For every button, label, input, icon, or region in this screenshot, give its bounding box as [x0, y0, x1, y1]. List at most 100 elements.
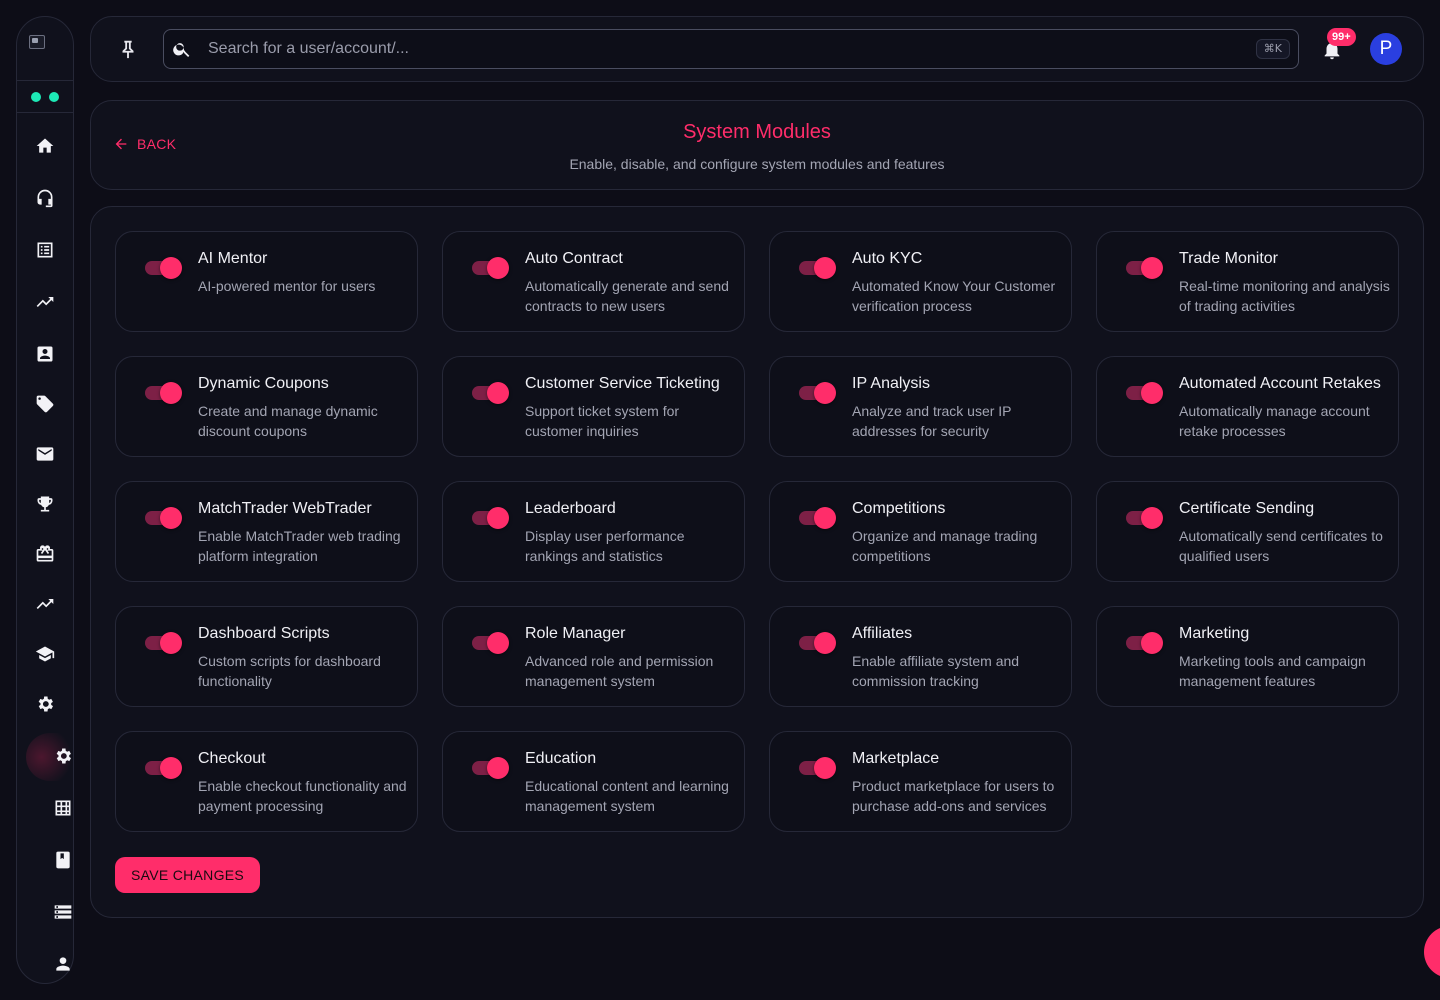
contact-card-icon[interactable]: [33, 342, 57, 366]
module-toggle[interactable]: [471, 631, 509, 654]
module-card: Leaderboard Display user performance rank…: [442, 481, 745, 582]
module-card: Marketing Marketing tools and campaign ma…: [1096, 606, 1399, 707]
sidebar-divider: [17, 80, 73, 81]
module-toggle[interactable]: [1125, 506, 1163, 529]
toggle-thumb: [1141, 257, 1163, 279]
pin-icon[interactable]: [117, 37, 139, 61]
search-input[interactable]: [208, 30, 1248, 68]
toggle-thumb: [160, 632, 182, 654]
module-title: Marketplace: [852, 750, 940, 767]
toggle-thumb: [487, 382, 509, 404]
trending-up-icon[interactable]: [33, 290, 57, 314]
module-card: MatchTrader WebTrader Enable MatchTrader …: [115, 481, 418, 582]
module-title: Auto KYC: [852, 250, 923, 267]
server-list-icon[interactable]: [51, 900, 75, 924]
module-title: Checkout: [198, 750, 266, 767]
sidebar-divider: [17, 112, 73, 113]
module-toggle[interactable]: [144, 631, 182, 654]
module-description: Enable affiliate system and commission t…: [852, 653, 1020, 689]
module-card: Dynamic Coupons Create and manage dynamic…: [115, 356, 418, 457]
trophy-icon[interactable]: [33, 492, 57, 516]
module-description: Automated Know Your Customer verificatio…: [852, 278, 1056, 314]
module-toggle[interactable]: [471, 506, 509, 529]
toggle-thumb: [487, 632, 509, 654]
module-toggle[interactable]: [798, 256, 836, 279]
module-description: Analyze and track user IP addresses for …: [852, 403, 1012, 439]
module-toggle[interactable]: [798, 506, 836, 529]
tag-icon[interactable]: [33, 392, 57, 416]
module-card: Role Manager Advanced role and permission…: [442, 606, 745, 707]
module-toggle[interactable]: [798, 756, 836, 779]
graduation-cap-icon[interactable]: [33, 642, 57, 666]
toggle-thumb: [160, 757, 182, 779]
module-title: Dashboard Scripts: [198, 625, 330, 642]
search-bar[interactable]: ⌘K: [163, 29, 1299, 69]
module-card: Automated Account Retakes Automatically m…: [1096, 356, 1399, 457]
gear-icon[interactable]: [51, 744, 75, 768]
module-title: Competitions: [852, 500, 946, 517]
toggle-thumb: [814, 632, 836, 654]
module-card: IP Analysis Analyze and track user IP add…: [769, 356, 1072, 457]
module-description: Enable MatchTrader web trading platform …: [198, 528, 401, 564]
mail-icon[interactable]: [33, 442, 57, 466]
avatar[interactable]: P: [1370, 33, 1402, 65]
logo-image: [29, 35, 45, 49]
toggle-thumb: [160, 382, 182, 404]
toggle-thumb: [487, 507, 509, 529]
module-card: Education Educational content and learnin…: [442, 731, 745, 832]
module-title: Certificate Sending: [1179, 500, 1315, 517]
module-card: Trade Monitor Real-time monitoring and an…: [1096, 231, 1399, 332]
module-card: Checkout Enable checkout functionality an…: [115, 731, 418, 832]
chart-line-icon[interactable]: [33, 592, 57, 616]
module-description: Product marketplace for users to purchas…: [852, 778, 1055, 814]
module-toggle[interactable]: [1125, 381, 1163, 404]
module-toggle[interactable]: [798, 381, 836, 404]
module-toggle[interactable]: [144, 381, 182, 404]
module-toggle[interactable]: [798, 631, 836, 654]
module-toggle[interactable]: [1125, 631, 1163, 654]
toggle-thumb: [160, 507, 182, 529]
modules-grid: AI Mentor AI-powered mentor for users Auto…: [115, 231, 1399, 832]
module-card: Auto KYC Automated Know Your Customer ver…: [769, 231, 1072, 332]
gift-card-icon[interactable]: [33, 542, 57, 566]
module-description: Automatically generate and send contract…: [525, 278, 729, 314]
toggle-thumb: [814, 257, 836, 279]
module-toggle[interactable]: [144, 756, 182, 779]
module-description: Custom scripts for dashboard functionali…: [198, 653, 381, 689]
floating-action-button[interactable]: [1424, 926, 1440, 978]
module-title: Auto Contract: [525, 250, 623, 267]
module-toggle[interactable]: [1125, 256, 1163, 279]
module-description: Create and manage dynamic discount coupo…: [198, 403, 378, 439]
module-description: Automatically manage account retake proc…: [1179, 403, 1370, 439]
module-description: Support ticket system for customer inqui…: [525, 403, 680, 439]
toggle-thumb: [1141, 632, 1163, 654]
module-toggle[interactable]: [471, 256, 509, 279]
module-description: Organize and manage trading competitions: [852, 528, 1038, 564]
module-toggle[interactable]: [144, 506, 182, 529]
save-changes-button[interactable]: SAVE CHANGES: [115, 857, 261, 893]
list-icon[interactable]: [33, 238, 57, 262]
module-card: Marketplace Product marketplace for users…: [769, 731, 1072, 832]
module-description: AI-powered mentor for users: [198, 278, 376, 294]
module-description: Enable checkout functionality and paymen…: [198, 778, 407, 814]
module-title: AI Mentor: [198, 250, 268, 267]
headset-icon[interactable]: [33, 186, 57, 210]
module-title: Automated Account Retakes: [1179, 375, 1381, 392]
module-title: Education: [525, 750, 597, 767]
status-dot: [49, 92, 59, 102]
grid-icon[interactable]: [51, 796, 75, 820]
home-icon[interactable]: [33, 134, 57, 158]
module-card: Affiliates Enable affiliate system and co…: [769, 606, 1072, 707]
status-dot: [31, 92, 41, 102]
module-description: Automatically send certificates to quali…: [1179, 528, 1383, 564]
module-title: Leaderboard: [525, 500, 616, 517]
gear-icon[interactable]: [33, 692, 57, 716]
module-toggle[interactable]: [471, 381, 509, 404]
module-toggle[interactable]: [471, 756, 509, 779]
book-icon[interactable]: [51, 848, 75, 872]
sidebar: [16, 16, 78, 984]
user-icon[interactable]: [51, 952, 75, 976]
toggle-thumb: [487, 757, 509, 779]
module-title: Affiliates: [852, 625, 913, 642]
module-toggle[interactable]: [144, 256, 182, 279]
